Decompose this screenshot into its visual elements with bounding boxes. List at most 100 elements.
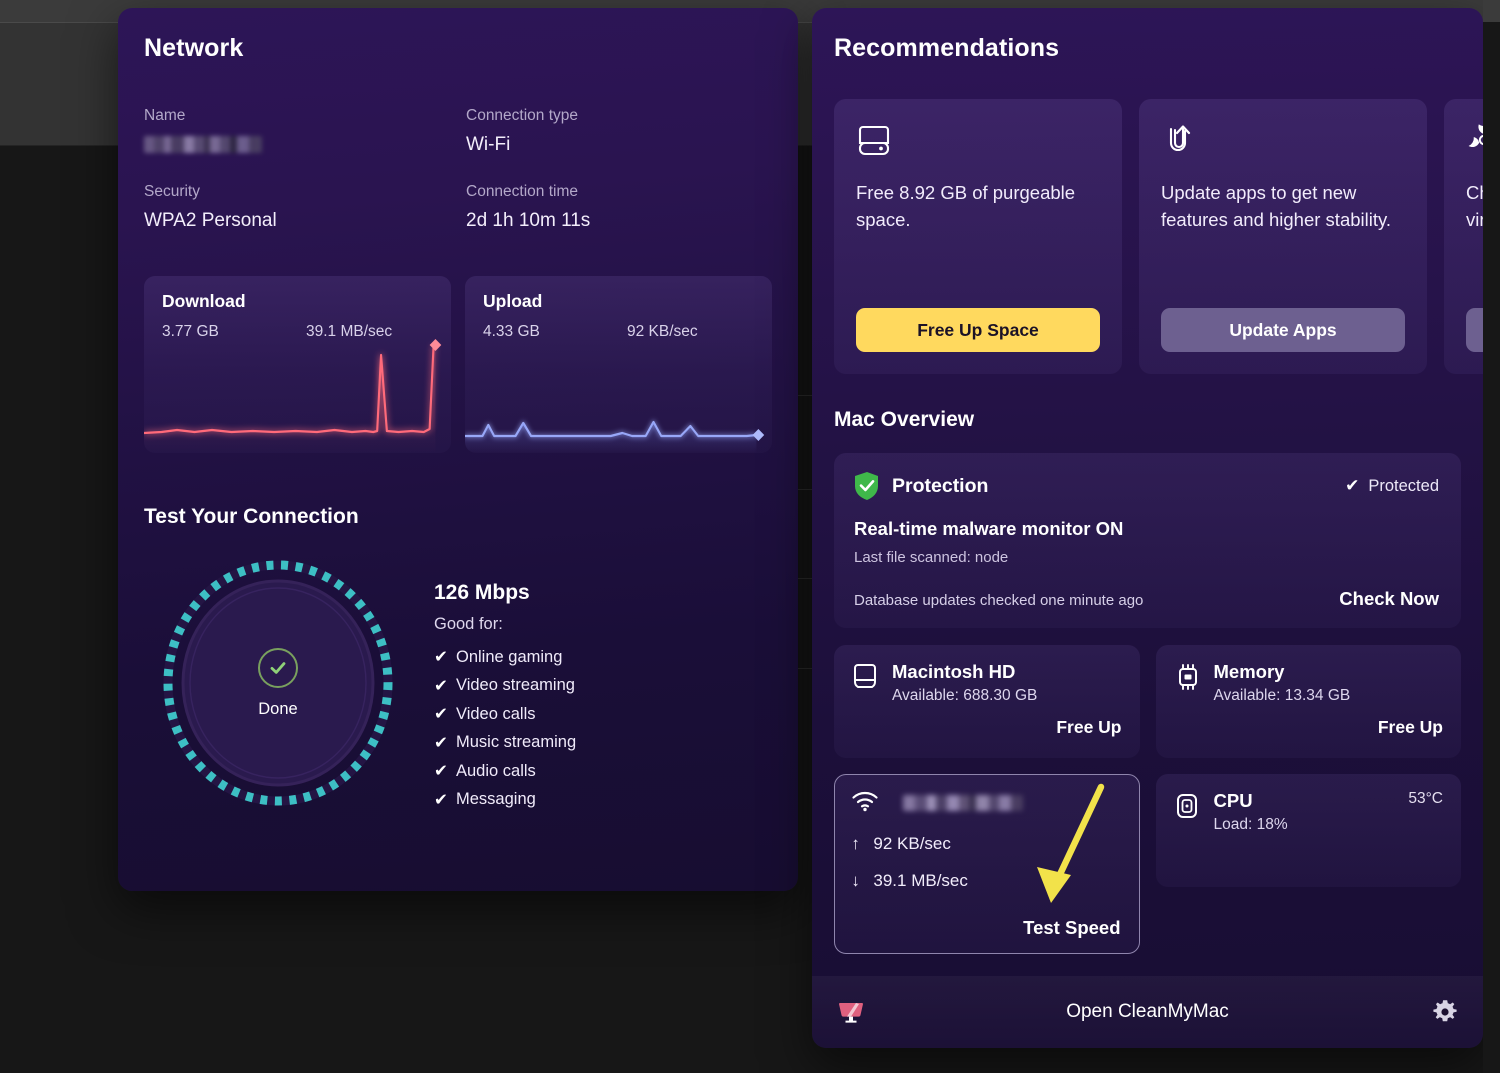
list-item-label: Audio calls <box>456 761 536 780</box>
download-title: Download <box>162 291 246 311</box>
list-item: ✔ Music streaming <box>434 733 576 753</box>
list-item: ✔ Audio calls <box>434 761 576 781</box>
protection-card: Protection ✔ Protected Real-time malware… <box>834 453 1461 628</box>
memory-free-up-button[interactable]: Free Up <box>1174 717 1443 738</box>
cpu-temperature: 53°C <box>1408 790 1443 807</box>
wifi-download-value: 39.1 MB/sec <box>873 871 968 891</box>
upload-sparkline <box>465 420 765 453</box>
check-icon: ✔ <box>434 705 448 723</box>
cleanmymac-menu-panel: Recommendations Free 8.92 GB of purgeabl… <box>812 8 1483 1048</box>
cpu-card: CPU Load: 18% 53°C <box>1155 774 1461 887</box>
arrow-down-icon: ↓ <box>851 871 860 891</box>
connection-time-label: Connection time <box>466 183 579 200</box>
memory-card: Memory Available: 13.34 GB Free Up <box>1155 645 1461 758</box>
list-item: ✔ Online gaming <box>434 647 576 667</box>
disk-icon <box>852 661 882 697</box>
memory-available: Available: 13.34 GB <box>1213 687 1351 704</box>
gauge-check-icon <box>258 647 298 688</box>
check-icon: ✔ <box>434 762 448 780</box>
redacted-wifi-name <box>903 795 1024 812</box>
recommendation-card-update-apps: Update apps to get new features and high… <box>1139 99 1427 374</box>
connection-time-value: 2d 1h 10m 11s <box>466 210 591 231</box>
biohazard-icon <box>1466 121 1483 165</box>
update-apps-button[interactable]: Update Apps <box>1161 308 1405 352</box>
recommendations-title: Recommendations <box>834 34 1060 62</box>
panel-footer: Open CleanMyMac <box>812 976 1483 1048</box>
check-now-button[interactable]: Check Now <box>1339 588 1439 610</box>
list-item: ✔ Video calls <box>434 704 576 724</box>
measured-speed: 126 Mbps <box>434 581 530 604</box>
protection-status-label: Protected <box>1368 476 1439 495</box>
network-details: Name Connection type Wi-Fi Security WPA2… <box>144 107 772 232</box>
test-speed-button[interactable]: Test Speed <box>1023 917 1120 939</box>
gear-icon[interactable] <box>1431 998 1459 1026</box>
list-item-label: Video streaming <box>456 676 575 694</box>
gauge-status-label: Done <box>258 699 298 718</box>
download-rate: 39.1 MB/sec <box>306 323 393 340</box>
test-connection-title: Test Your Connection <box>144 505 359 528</box>
wifi-download-rate: ↓ 39.1 MB/sec <box>851 871 1122 891</box>
wifi-upload-rate: ↑ 92 KB/sec <box>851 834 1122 854</box>
last-file-scanned: Last file scanned: node <box>854 549 1009 566</box>
upload-rate: 92 KB/sec <box>627 323 698 340</box>
speed-test-results: 126 Mbps Good for: ✔ Online gaming ✔ Vid… <box>434 559 576 818</box>
wifi-upload-value: 92 KB/sec <box>873 834 951 854</box>
redacted-network-name <box>144 136 262 153</box>
cleanmymac-icon[interactable] <box>836 997 866 1027</box>
upload-card: Upload 4.33 GB 92 KB/sec <box>465 276 772 453</box>
security-label: Security <box>144 183 200 200</box>
memory-name: Memory <box>1213 661 1285 682</box>
page-title: Network <box>144 34 244 62</box>
system-stats-grid: Macintosh HD Available: 688.30 GB Free U… <box>834 645 1461 954</box>
disk-available: Available: 688.30 GB <box>892 687 1038 704</box>
mac-overview-title: Mac Overview <box>834 408 975 431</box>
memory-chip-icon <box>1174 661 1204 697</box>
screen-right-edge <box>1483 0 1500 1073</box>
check-icon: ✔ <box>434 676 448 695</box>
disk-free-up-button[interactable]: Free Up <box>852 717 1121 738</box>
malware-monitor-status: Real-time malware monitor ON <box>854 518 1124 539</box>
recommendations-carousel[interactable]: Free 8.92 GB of purgeable space. Free Up… <box>834 99 1483 374</box>
download-card: Download 3.77 GB 39.1 MB/sec <box>144 276 451 453</box>
free-up-space-button[interactable]: Free Up Space <box>856 308 1100 352</box>
open-cleanmymac-button[interactable]: Open CleanMyMac <box>812 1001 1483 1023</box>
recommendation-text: Update apps to get new features and high… <box>1161 182 1392 231</box>
wifi-speed-card[interactable]: ↑ 92 KB/sec ↓ 39.1 MB/sec Test Speed <box>834 774 1140 954</box>
status-badge: ✔ Protected <box>1345 476 1439 496</box>
upload-total: 4.33 GB <box>483 323 540 340</box>
check-icon: ✔ <box>434 648 448 666</box>
recommendation-text: Cheviru <box>1466 182 1483 231</box>
download-sparkline <box>144 339 442 453</box>
wifi-icon <box>851 789 881 817</box>
connection-type-label: Connection type <box>466 107 579 124</box>
recommendation-card-virus-check: Cheviru <box>1444 99 1483 374</box>
macintosh-hd-card: Macintosh HD Available: 688.30 GB Free U… <box>834 645 1140 758</box>
list-item-label: Music streaming <box>456 733 577 751</box>
recommendation-text: Free 8.92 GB of purgeable space. <box>856 182 1076 231</box>
speed-cards: Download 3.77 GB 39.1 MB/sec Upload 4.33… <box>144 276 772 453</box>
check-icon: ✔ <box>434 733 448 752</box>
speed-test-area: Done 126 Mbps Good for: ✔ Online gaming … <box>144 559 772 818</box>
cpu-load: Load: 18% <box>1213 816 1288 833</box>
network-name-label: Name <box>144 107 186 124</box>
recommendation-card-free-space: Free 8.92 GB of purgeable space. Free Up… <box>834 99 1122 374</box>
speed-gauge[interactable]: Done <box>144 559 434 809</box>
list-item: ✔ Video streaming <box>434 676 576 696</box>
screen-right-edge-top <box>1483 0 1500 22</box>
list-item-label: Online gaming <box>456 647 563 666</box>
list-item-label: Video calls <box>456 704 536 723</box>
arrow-up-icon: ↑ <box>851 834 860 854</box>
check-icon: ✔ <box>1345 476 1360 495</box>
shield-icon <box>854 471 880 501</box>
connection-type-value: Wi-Fi <box>466 134 511 155</box>
update-arrow-icon <box>1161 121 1405 165</box>
good-for-list: ✔ Online gaming ✔ Video streaming ✔ Vide… <box>434 647 576 810</box>
network-panel: Network Name Connection type Wi-Fi Secur… <box>118 8 798 891</box>
download-total: 3.77 GB <box>162 323 219 340</box>
cpu-name: CPU <box>1213 790 1253 811</box>
cpu-icon <box>1174 790 1204 826</box>
virus-check-button[interactable] <box>1466 308 1483 352</box>
security-value: WPA2 Personal <box>144 210 277 231</box>
database-update-status: Database updates checked one minute ago <box>854 592 1144 609</box>
disk-name: Macintosh HD <box>892 661 1016 682</box>
